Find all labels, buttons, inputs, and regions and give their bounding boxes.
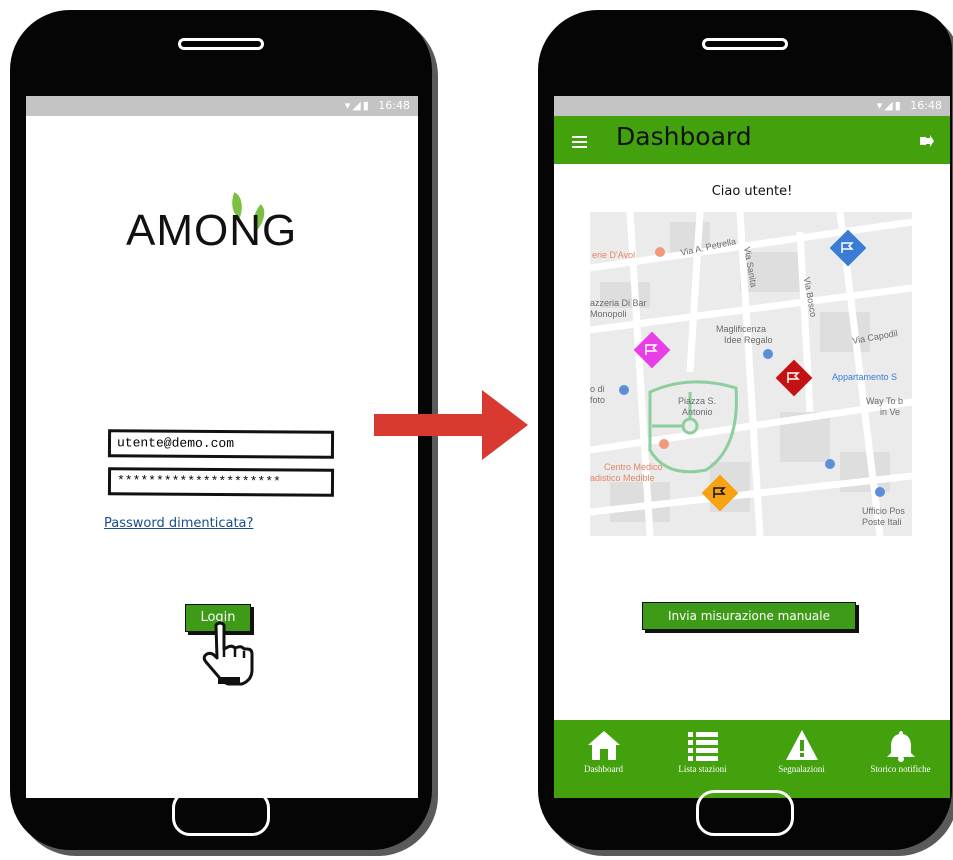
map-label: Monopoli <box>590 309 627 319</box>
app-header: Dashboard <box>554 116 950 164</box>
speaker-grill <box>702 38 788 50</box>
send-manual-measurement-button[interactable]: Invia misurazione manuale <box>642 602 856 630</box>
forgot-password-link[interactable]: Password dimenticata? <box>104 516 253 531</box>
status-bar: ▾◢▮ 16:48 <box>26 96 418 116</box>
password-field[interactable]: ********************* <box>107 467 335 497</box>
signal-battery-icons: ▾◢▮ <box>344 99 371 112</box>
nav-item-station-list[interactable]: Lista stazioni <box>653 720 752 798</box>
nav-label: Lista stazioni <box>678 764 727 774</box>
nav-label: Storico notifiche <box>870 764 931 774</box>
home-hardware-button[interactable] <box>172 790 270 836</box>
dashboard-screen: ▾◢▮ 16:48 Dashboard Ciao utente! erie D'… <box>554 96 950 798</box>
list-icon <box>687 732 718 761</box>
warning-icon <box>785 730 818 760</box>
map-label: Idee Regalo <box>724 335 773 345</box>
map-label: o di <box>590 384 605 394</box>
logout-icon[interactable] <box>920 135 934 147</box>
bell-icon <box>886 731 915 762</box>
map-label: Maglificenza <box>716 324 767 334</box>
greeting-text: Ciao utente! <box>711 184 793 199</box>
map-label: Poste Itali <box>862 517 902 527</box>
stations-map[interactable]: erie D'Avol Via A. Petrella Via Sanita V… <box>590 212 912 536</box>
login-screen: ▾◢▮ 16:48 AMONG utente@demo.com ********… <box>26 96 418 798</box>
map-label: in Ve <box>880 407 901 417</box>
home-icon <box>587 731 620 760</box>
home-hardware-button[interactable] <box>696 790 794 836</box>
status-time: 16:48 <box>378 99 410 112</box>
hand-pointer-icon <box>202 621 254 686</box>
map-label: Centro Medico <box>604 462 663 472</box>
map-label: Piazza S. <box>678 396 717 406</box>
map-label: Way To b <box>866 396 904 406</box>
email-field[interactable]: utente@demo.com <box>107 429 335 459</box>
nav-item-dashboard[interactable]: Dashboard <box>554 720 653 798</box>
speaker-grill <box>178 38 264 50</box>
nav-item-reports[interactable]: Segnalazioni <box>752 720 851 798</box>
nav-item-notification-history[interactable]: Storico notifiche <box>851 720 950 798</box>
map-label: erie D'Avol <box>592 250 636 260</box>
bottom-nav: Dashboard Lista stazioni Segnalazioni St… <box>554 720 950 798</box>
dashboard-phone-frame: ▾◢▮ 16:48 Dashboard Ciao utente! erie D'… <box>538 10 952 850</box>
signal-battery-icons: ▾◢▮ <box>876 99 903 112</box>
menu-icon[interactable] <box>572 136 587 148</box>
page-title: Dashboard <box>616 122 752 151</box>
transition-arrow-icon <box>374 390 528 460</box>
among-logo: AMONG <box>126 192 326 264</box>
map-label: Appartamento S <box>832 372 898 382</box>
status-time: 16:48 <box>910 99 942 112</box>
nav-label: Dashboard <box>584 764 623 774</box>
status-bar: ▾◢▮ 16:48 <box>554 96 950 116</box>
map-label: azzeria Di Bar <box>590 298 647 308</box>
map-label: Ufficio Pos <box>862 506 905 516</box>
logo-text: AMONG <box>126 206 298 255</box>
map-label: Antonio <box>682 407 713 417</box>
map-label: adistico Medible <box>590 473 655 483</box>
map-label: foto <box>590 395 606 405</box>
nav-label: Segnalazioni <box>778 764 825 774</box>
login-phone-frame: ▾◢▮ 16:48 AMONG utente@demo.com ********… <box>10 10 432 850</box>
